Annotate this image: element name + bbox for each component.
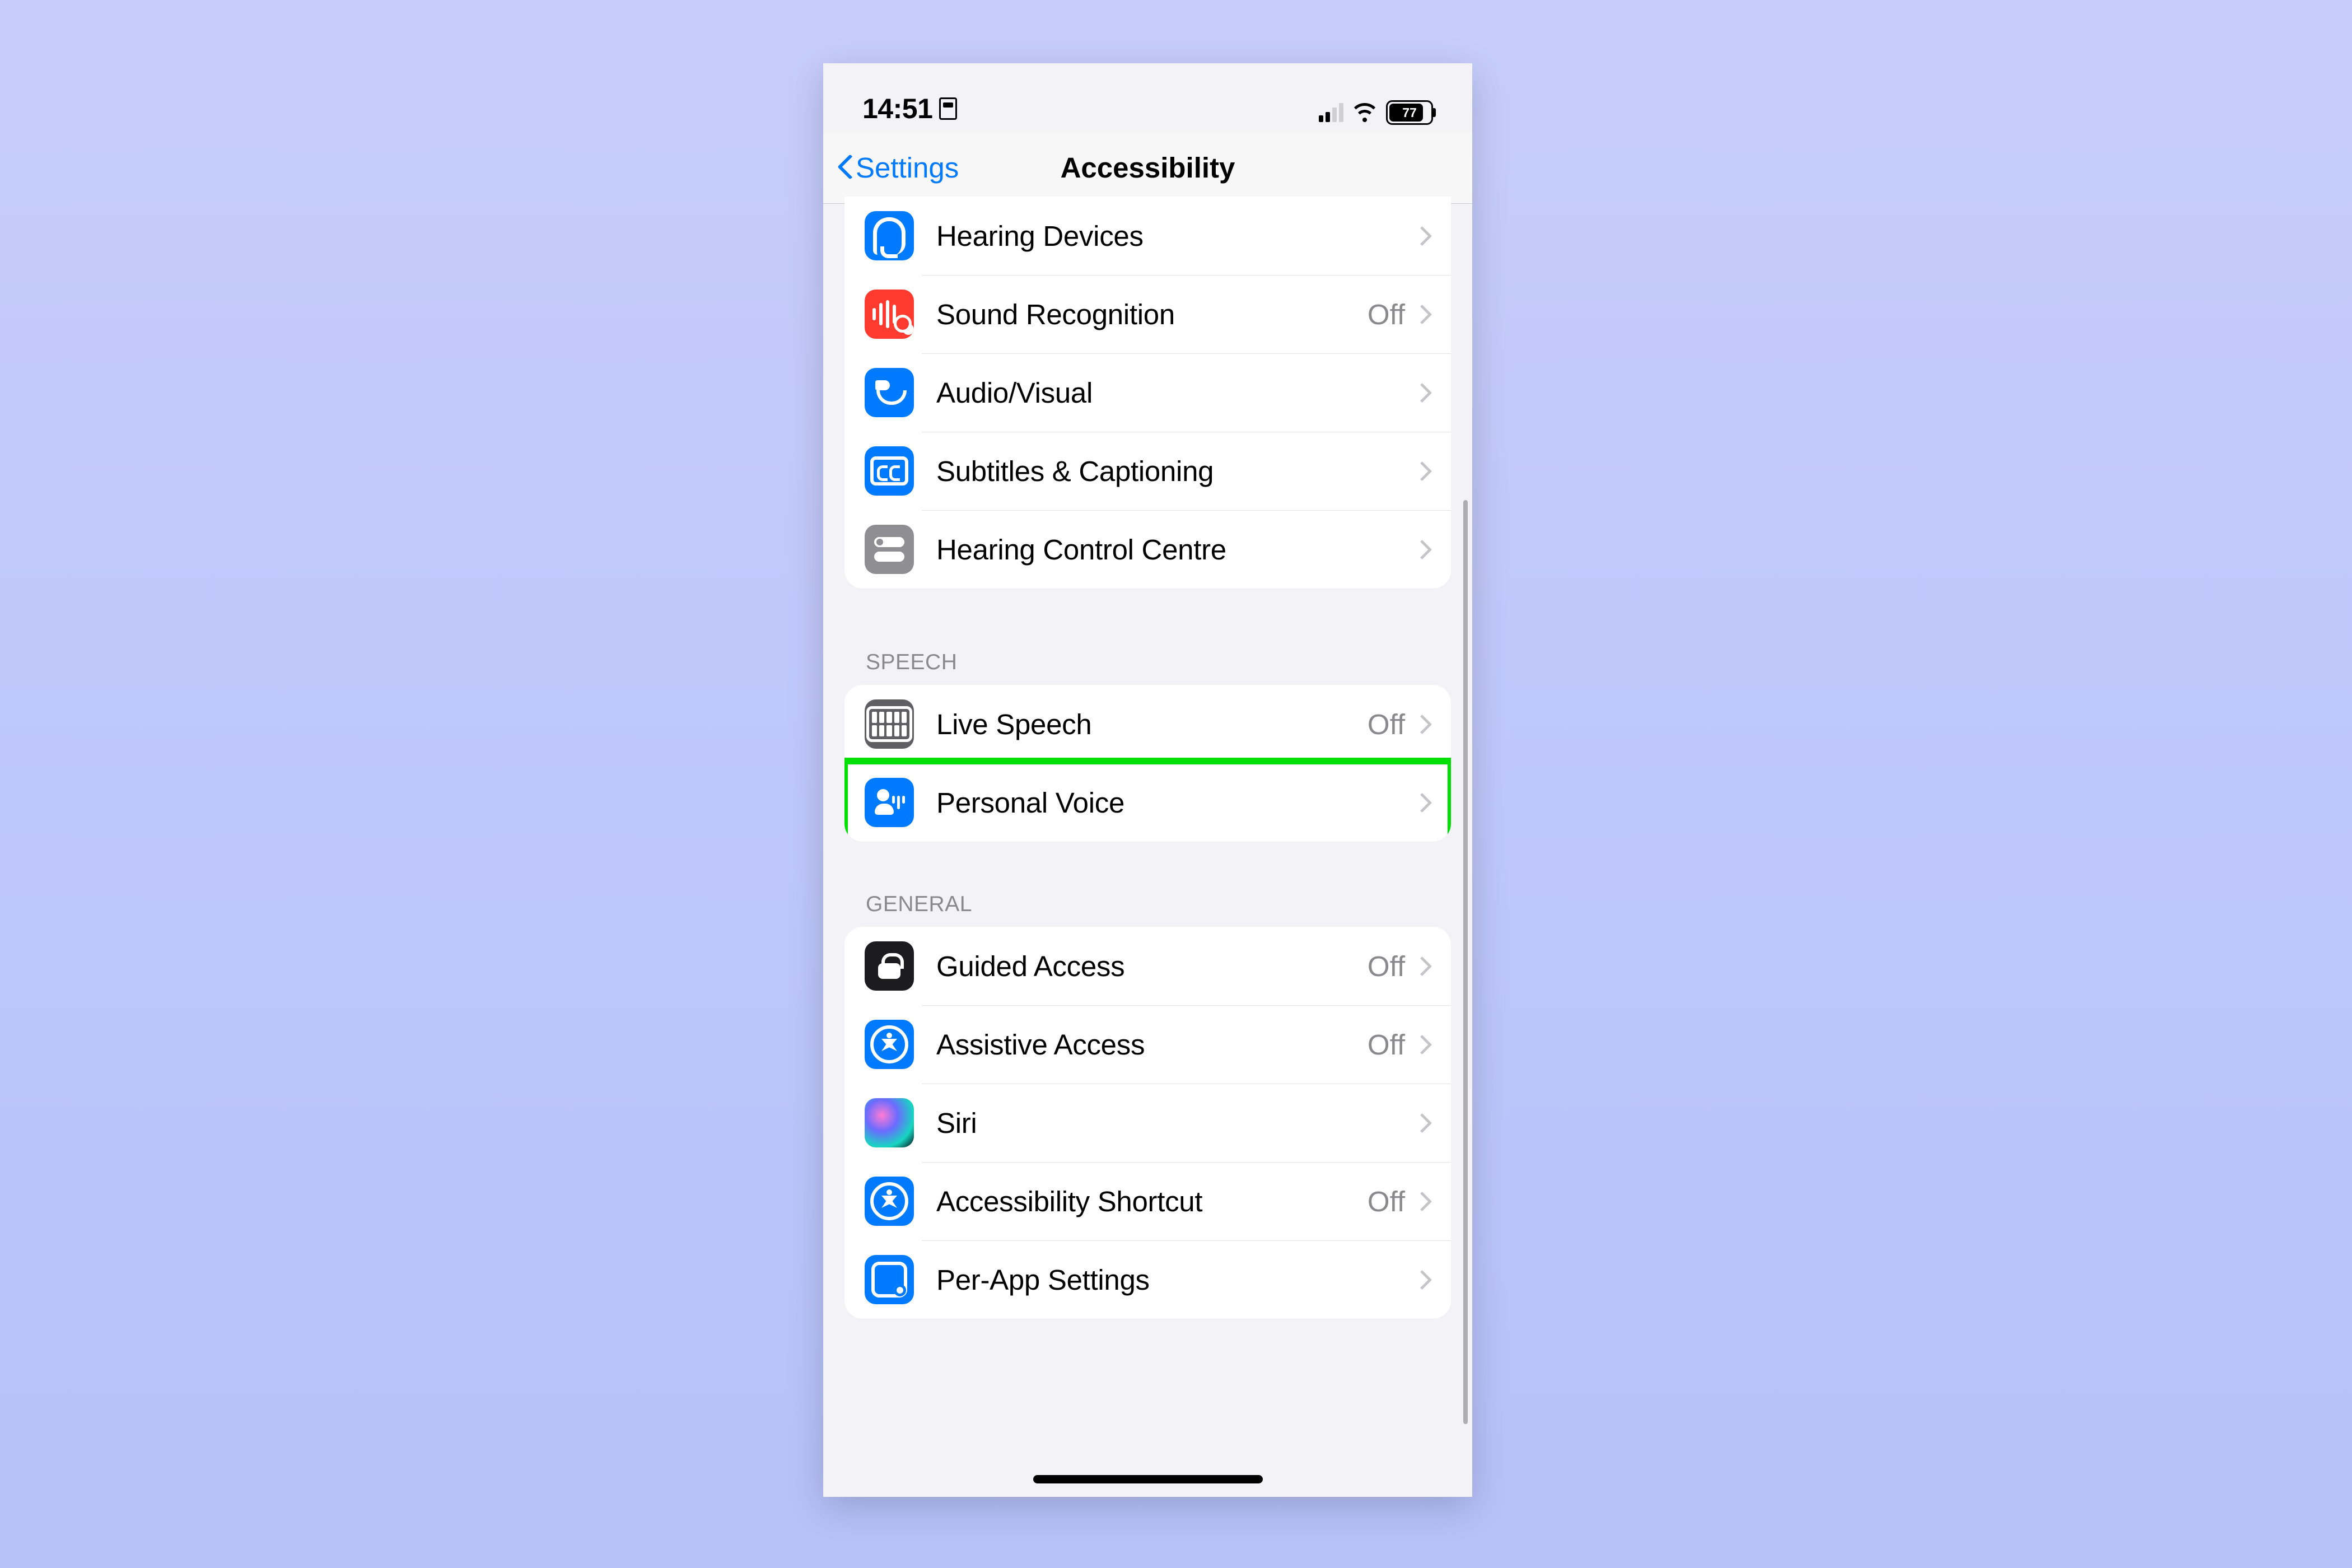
audio-visual-icon: [865, 368, 914, 417]
chevron-right-icon: [1415, 1113, 1427, 1133]
chevron-right-icon: [1415, 792, 1427, 813]
keyboard-icon: [865, 699, 914, 749]
page-title: Accessibility: [1061, 151, 1235, 184]
chevron-right-icon: [1415, 1034, 1427, 1054]
row-assistive-access[interactable]: Assistive Access Off: [844, 1005, 1451, 1084]
settings-scroll[interactable]: Hearing Devices Sound Recognition Off Au…: [823, 197, 1472, 1497]
group-hearing: Hearing Devices Sound Recognition Off Au…: [844, 197, 1451, 589]
row-label: Guided Access: [936, 950, 1368, 983]
battery-icon: 77: [1386, 100, 1433, 125]
home-indicator[interactable]: [1033, 1475, 1263, 1483]
captions-icon: [865, 446, 914, 496]
row-value: Off: [1368, 298, 1405, 331]
row-label: Sound Recognition: [936, 298, 1368, 331]
row-audio-visual[interactable]: Audio/Visual: [844, 353, 1451, 432]
status-bar: 14:51 77: [823, 63, 1472, 132]
screen: 14:51 77 Settings Accessibility Hearing …: [823, 63, 1472, 1497]
row-label: Live Speech: [936, 708, 1368, 741]
chevron-right-icon: [1415, 304, 1427, 324]
personal-voice-icon: [865, 778, 914, 827]
row-label: Subtitles & Captioning: [936, 455, 1415, 488]
nav-bar: Settings Accessibility: [823, 132, 1472, 204]
app-settings-icon: [865, 1255, 914, 1304]
sound-recognition-icon: [865, 290, 914, 339]
chevron-left-icon: [837, 155, 853, 180]
group-speech: Live Speech Off Personal Voice: [844, 685, 1451, 842]
group-header-speech: SPEECH: [823, 650, 1472, 685]
row-label: Hearing Devices: [936, 220, 1415, 253]
chevron-right-icon: [1415, 461, 1427, 481]
clock-text: 14:51: [862, 92, 932, 125]
row-value: Off: [1368, 1185, 1405, 1218]
chevron-right-icon: [1415, 382, 1427, 403]
row-label: Assistive Access: [936, 1028, 1368, 1061]
row-value: Off: [1368, 708, 1405, 741]
row-hearing-devices[interactable]: Hearing Devices: [844, 197, 1451, 275]
accessibility-icon: [865, 1020, 914, 1069]
chevron-right-icon: [1415, 714, 1427, 734]
row-value: Off: [1368, 1028, 1405, 1061]
phone-frame: 14:51 77 Settings Accessibility Hearing …: [823, 63, 1472, 1497]
row-label: Audio/Visual: [936, 376, 1415, 409]
group-general: Guided Access Off Assistive Access Off S…: [844, 927, 1451, 1319]
group-header-general: GENERAL: [823, 892, 1472, 927]
row-value: Off: [1368, 950, 1405, 983]
row-siri[interactable]: Siri: [844, 1084, 1451, 1162]
chevron-right-icon: [1415, 1191, 1427, 1211]
row-personal-voice[interactable]: Personal Voice: [844, 763, 1451, 842]
row-per-app-settings[interactable]: Per-App Settings: [844, 1240, 1451, 1319]
toggles-icon: [865, 525, 914, 574]
row-sound-recognition[interactable]: Sound Recognition Off: [844, 275, 1451, 353]
row-label: Siri: [936, 1107, 1415, 1140]
row-label: Accessibility Shortcut: [936, 1185, 1368, 1218]
chevron-right-icon: [1415, 1270, 1427, 1290]
sim-card-icon: [939, 97, 957, 120]
scrollbar-indicator: [1463, 500, 1468, 1424]
row-label: Hearing Control Centre: [936, 533, 1415, 566]
battery-pct: 77: [1402, 105, 1417, 120]
back-label: Settings: [856, 151, 959, 184]
chevron-right-icon: [1415, 539, 1427, 559]
status-time: 14:51: [862, 92, 957, 125]
chevron-right-icon: [1415, 226, 1427, 246]
row-label: Per-App Settings: [936, 1263, 1415, 1296]
row-accessibility-shortcut[interactable]: Accessibility Shortcut Off: [844, 1162, 1451, 1240]
chevron-right-icon: [1415, 956, 1427, 976]
row-hearing-control-centre[interactable]: Hearing Control Centre: [844, 510, 1451, 589]
cellular-icon: [1319, 103, 1343, 122]
row-live-speech[interactable]: Live Speech Off: [844, 685, 1451, 763]
row-guided-access[interactable]: Guided Access Off: [844, 927, 1451, 1005]
wifi-icon: [1352, 103, 1377, 122]
accessibility-icon: [865, 1177, 914, 1226]
ear-icon: [865, 211, 914, 260]
row-label: Personal Voice: [936, 786, 1415, 819]
back-button[interactable]: Settings: [837, 132, 959, 203]
siri-icon: [865, 1098, 914, 1147]
row-subtitles-captioning[interactable]: Subtitles & Captioning: [844, 432, 1451, 510]
lock-icon: [865, 941, 914, 991]
